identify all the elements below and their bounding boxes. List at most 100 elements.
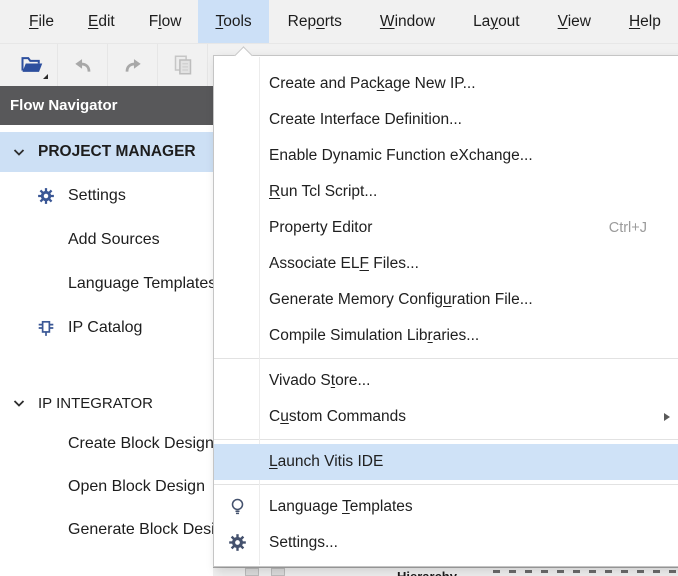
label-mnemonic: V (558, 13, 568, 30)
tools-dropdown-menu: Create and Package New IP... Create Inte… (213, 55, 678, 567)
label-mnemonic: H (629, 13, 640, 30)
menu-item-property-editor[interactable]: Property Editor Ctrl+J (214, 210, 678, 246)
menu-item-label: Generate Memory Configuration File... (214, 291, 533, 309)
menu-flow[interactable]: Flow (132, 0, 199, 43)
chevron-down-icon[interactable] (13, 148, 25, 157)
menu-separator (214, 484, 678, 485)
sidebar-item-label: Settings (68, 187, 126, 205)
menu-label: Window (380, 13, 435, 31)
label-text: indow (395, 13, 436, 30)
label-text: stom Commands (289, 408, 406, 425)
flow-navigator-panel: Flow Navigator PROJECT MANAGER Settings … (0, 86, 213, 575)
menu-item-create-interface-definition[interactable]: Create Interface Definition... (214, 102, 678, 138)
chevron-down-icon[interactable] (13, 399, 25, 408)
menu-item-custom-commands[interactable]: Custom Commands (214, 399, 678, 435)
gear-icon (228, 533, 247, 552)
sidebar-item-open-block-design[interactable]: Open Block Design (0, 467, 213, 507)
label-text: F (149, 13, 158, 30)
menu-file[interactable]: File (12, 0, 71, 43)
menu-label: Edit (88, 13, 115, 31)
label-text: La (473, 13, 490, 30)
shortcut-label: Ctrl+J (609, 220, 678, 236)
flow-navigator-title: Flow Navigator (0, 86, 213, 125)
label-text: ration File... (452, 291, 533, 308)
menu-window[interactable]: Window (361, 0, 454, 43)
label-text: Generate Memory Config (269, 291, 443, 308)
label-mnemonic: u (443, 291, 452, 308)
sidebar-item-add-sources[interactable]: Add Sources (0, 220, 213, 260)
menu-label: Layout (473, 13, 520, 31)
menu-item-settings[interactable]: Settings... (214, 525, 678, 561)
sidebar-item-label: Language Templates (68, 275, 213, 293)
menu-tools[interactable]: Tools (198, 0, 268, 43)
open-folder-icon (21, 55, 44, 75)
menu-item-vivado-store[interactable]: Vivado Store... (214, 363, 678, 399)
label-text: Settings... (269, 534, 338, 551)
label-mnemonic: F (359, 255, 368, 272)
gear-icon (37, 187, 55, 205)
undo-button[interactable] (58, 44, 108, 86)
menu-item-label: Property Editor (214, 219, 372, 237)
sidebar-item-label: Create Block Design (68, 435, 213, 453)
menu-item-label: Associate ELF Files... (214, 255, 419, 273)
menu-item-label: Run Tcl Script... (214, 183, 377, 201)
label-mnemonic: u (280, 408, 289, 425)
menu-label: View (558, 13, 591, 31)
sidebar-section-label: IP INTEGRATOR (38, 395, 153, 412)
label-text: Enable Dynamic Function eXchange... (269, 147, 533, 164)
menu-item-launch-vitis-ide[interactable]: Launch Vitis IDE (214, 444, 678, 480)
sidebar-section-label: PROJECT MANAGER (38, 143, 196, 161)
submenu-arrow-icon (664, 413, 670, 421)
label-mnemonic: o (316, 13, 325, 30)
menu-item-associate-elf-files[interactable]: Associate ELF Files... (214, 246, 678, 282)
copy-button[interactable] (158, 44, 208, 86)
label-text: ools (223, 13, 251, 30)
label-text: aunch Vitis IDE (278, 453, 384, 470)
sidebar-item-create-block-design[interactable]: Create Block Design (0, 424, 213, 464)
label-text: emplates (350, 498, 413, 515)
sidebar-item-label: Generate Block Design (68, 521, 213, 539)
label-text: C (269, 408, 280, 425)
menu-item-compile-simulation-libraries[interactable]: Compile Simulation Libraries... (214, 318, 678, 354)
label-text: age New IP... (384, 75, 475, 92)
sidebar-section-project-manager[interactable]: PROJECT MANAGER (0, 132, 213, 172)
lightbulb-icon (228, 497, 247, 516)
menu-layout[interactable]: Layout (454, 0, 539, 43)
menu-item-generate-memory-configuration-file[interactable]: Generate Memory Configuration File... (214, 282, 678, 318)
label-text: un Tcl Script... (280, 183, 377, 200)
open-project-button[interactable] (8, 44, 58, 86)
label-text: elp (640, 13, 661, 30)
label-text: Property Editor (269, 219, 372, 236)
label-text: out (498, 13, 520, 30)
menu-item-run-tcl-script[interactable]: Run Tcl Script... (214, 174, 678, 210)
dropdown-corner-icon (43, 74, 48, 79)
label-text: dit (98, 13, 114, 30)
menu-help[interactable]: Help (610, 0, 678, 43)
label-text: Language (269, 498, 342, 515)
label-text: Vivado S (269, 372, 331, 389)
sidebar-item-ip-catalog[interactable]: IP Catalog (0, 308, 213, 348)
sidebar-item-label: IP Catalog (68, 319, 142, 337)
menu-label: Flow (149, 13, 182, 31)
sidebar-section-ip-integrator[interactable]: IP INTEGRATOR (0, 383, 213, 423)
menu-view[interactable]: View (539, 0, 610, 43)
menu-separator (214, 439, 678, 440)
label-text: Compile Simulation Lib (269, 327, 428, 344)
sidebar-item-generate-block-design[interactable]: Generate Block Design (0, 510, 213, 550)
undo-icon (73, 56, 93, 74)
clipped-text-fragment (493, 570, 678, 573)
sidebar-item-settings[interactable]: Settings (0, 176, 213, 216)
menu-item-enable-dynamic-function-exchange[interactable]: Enable Dynamic Function eXchange... (214, 138, 678, 174)
menu-edit[interactable]: Edit (71, 0, 132, 43)
sidebar-item-label: Open Block Design (68, 478, 205, 496)
sidebar-item-language-templates[interactable]: Language Templates (0, 264, 213, 304)
menu-item-create-and-package-new-ip[interactable]: Create and Package New IP... (214, 66, 678, 102)
menu-reports[interactable]: Reports (269, 0, 361, 43)
redo-button[interactable] (108, 44, 158, 86)
label-mnemonic: R (269, 183, 280, 200)
label-mnemonic: y (490, 13, 498, 30)
label-mnemonic: E (88, 13, 98, 30)
menu-item-label: Launch Vitis IDE (214, 453, 383, 471)
menu-item-language-templates[interactable]: Language Templates (214, 489, 678, 525)
label-text: iew (568, 13, 591, 30)
